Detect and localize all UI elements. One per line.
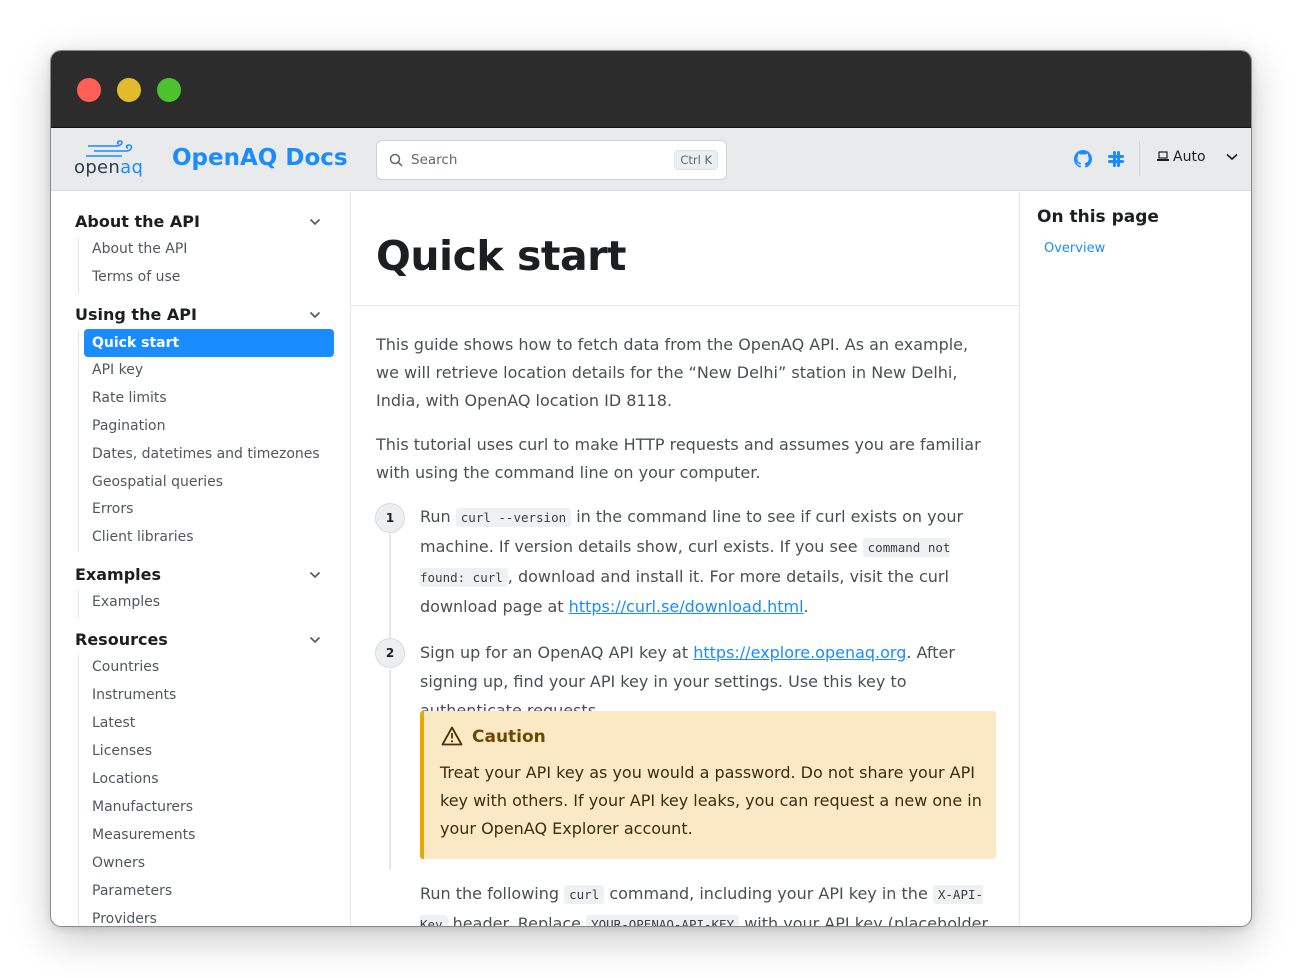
theme-selector[interactable]: Auto [1157,149,1206,165]
intro-paragraph-2: This tutorial uses curl to make HTTP req… [376,435,981,482]
github-icon[interactable] [1074,150,1092,168]
sidebar-item-countries[interactable]: Countries [92,659,159,675]
sidebar-category-using[interactable]: Using the API [75,305,197,324]
sidebar-category-about[interactable]: About the API [75,212,200,231]
close-window-button[interactable] [77,78,101,102]
chevron-down-icon[interactable] [309,636,321,644]
browser-window: openaq OpenAQ Docs Search Ctrl K Auto Ab… [50,50,1252,927]
sidebar-item-terms-of-use[interactable]: Terms of use [92,269,180,285]
sidebar-item-api-key[interactable]: API key [92,362,143,378]
sidebar-item-manufacturers[interactable]: Manufacturers [92,799,193,815]
main-content: Quick start This guide shows how to fetc… [351,192,1020,926]
sidebar-category-resources[interactable]: Resources [75,630,168,649]
maximize-window-button[interactable] [157,78,181,102]
caution-title: Caution [472,727,546,747]
minimize-window-button[interactable] [117,78,141,102]
sidebar-item-client-libraries[interactable]: Client libraries [92,529,194,545]
sidebar-group-line [78,330,79,552]
sidebar-item-measurements[interactable]: Measurements [92,827,195,843]
sidebar-item-instruments[interactable]: Instruments [92,687,176,703]
sidebar-item-locations[interactable]: Locations [92,771,159,787]
slack-icon[interactable] [1107,150,1125,168]
logo-wordmark: openaq [74,157,144,178]
sidebar-item-pagination[interactable]: Pagination [92,418,165,434]
title-divider [351,305,1019,306]
sidebar-item-dates[interactable]: Dates, datetimes and timezones [92,446,320,462]
warning-icon [441,726,463,746]
sidebar-item-geospatial[interactable]: Geospatial queries [92,474,223,490]
sidebar-group-line [78,238,79,294]
sidebar-item-parameters[interactable]: Parameters [92,883,172,899]
sidebar-item-licenses[interactable]: Licenses [92,743,152,759]
step-1-text: Run curl --version in the command line t… [420,507,964,616]
chevron-down-icon[interactable] [309,571,321,579]
navbar-divider [1139,142,1140,176]
sidebar-item-quick-start[interactable]: Quick start [84,329,334,357]
sidebar-item-about-the-api[interactable]: About the API [92,241,187,257]
sidebar-item-rate-limits[interactable]: Rate limits [92,390,167,406]
docs-sidebar: About the API About the API Terms of use… [51,192,351,926]
inline-code: curl [564,885,605,904]
theme-label: Auto [1173,149,1206,165]
intro-paragraph-1: This guide shows how to fetch data from … [376,335,969,410]
caution-body: Treat your API key as you would a passwo… [440,763,982,838]
chevron-down-icon[interactable] [309,311,321,319]
search-icon [389,153,403,167]
step-3-text: Run the following curl command, includin… [420,879,997,926]
top-navbar: openaq OpenAQ Docs Search Ctrl K Auto [51,128,1251,191]
chevron-down-icon[interactable] [309,218,321,226]
sidebar-group-line [78,655,79,926]
window-titlebar [51,51,1251,128]
chevron-down-icon[interactable] [1226,153,1238,161]
openaq-logo[interactable]: openaq [74,140,150,180]
caution-admonition: Caution Treat your API key as you would … [420,711,996,859]
toc-title: On this page [1037,207,1159,227]
inline-code: curl --version [455,508,572,527]
search-placeholder: Search [411,152,458,168]
laptop-icon [1157,151,1169,161]
step-number-1: 1 [375,503,405,533]
toc-item-overview[interactable]: Overview [1044,241,1105,256]
openaq-explorer-link[interactable]: https://explore.openaq.org [693,643,906,662]
sidebar-item-examples[interactable]: Examples [92,594,160,610]
step-connector [389,534,391,652]
sidebar-item-errors[interactable]: Errors [92,501,133,517]
sidebar-group-line [78,590,79,618]
sidebar-item-latest[interactable]: Latest [92,715,135,731]
sidebar-item-providers[interactable]: Providers [92,911,157,926]
site-title[interactable]: OpenAQ Docs [172,145,348,171]
inline-code: YOUR-OPENAQ-API-KEY [586,915,740,926]
search-box[interactable]: Search Ctrl K [376,140,727,180]
curl-download-link[interactable]: https://curl.se/download.html [569,597,804,616]
step-number-2: 2 [375,638,405,668]
sidebar-item-owners[interactable]: Owners [92,855,145,871]
wind-waves-icon [86,140,133,157]
sidebar-category-examples[interactable]: Examples [75,565,161,584]
step-connector [389,670,391,870]
page-title: Quick start [376,232,626,280]
search-shortcut: Ctrl K [674,150,718,170]
